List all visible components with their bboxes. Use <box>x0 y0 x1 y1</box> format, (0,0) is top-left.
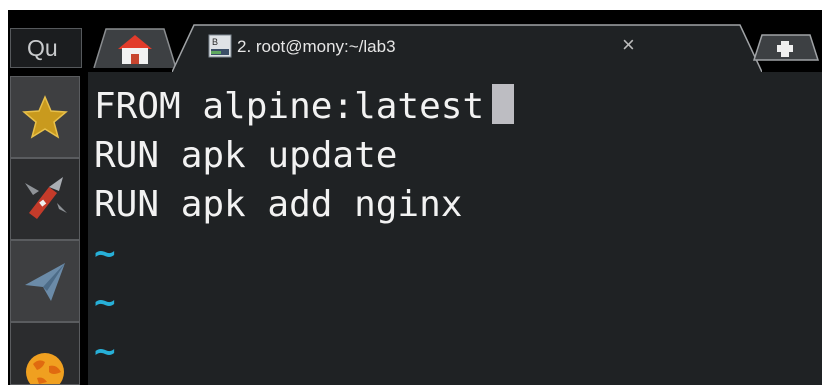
tab-close-button[interactable]: × <box>622 32 635 58</box>
dock-item-star[interactable] <box>10 76 80 158</box>
terminal-line-1: FROM alpine:latest <box>94 82 822 131</box>
svg-text:B: B <box>212 37 218 47</box>
dock-item-send[interactable] <box>10 240 80 322</box>
terminal-line-2: RUN apk update <box>94 135 398 176</box>
quick-search-field[interactable]: Qu <box>10 28 82 68</box>
terminal-content[interactable]: FROM alpine:latest RUN apk update RUN ap… <box>88 72 822 385</box>
terminal-tab-icon: B <box>208 34 232 58</box>
tab-bar: B 2. root@mony:~/lab3 × <box>88 10 822 72</box>
empty-line-marker: ~ <box>94 282 116 323</box>
empty-line-marker: ~ <box>94 233 116 274</box>
app-dock <box>10 76 80 385</box>
terminal-text: FROM alpine:latest <box>94 86 485 127</box>
terminal-line-3: RUN apk add nginx <box>94 184 463 225</box>
terminal-window: Qu B 2. root@mony:~/lab3 × FROM alpine:l… <box>8 10 822 385</box>
dock-item-tools[interactable] <box>10 158 80 240</box>
empty-line-marker: ~ <box>94 331 116 372</box>
quick-search-text: Qu <box>27 35 58 61</box>
home-tab[interactable] <box>92 27 178 68</box>
tab-title: 2. root@mony:~/lab3 <box>237 37 396 56</box>
star-icon <box>22 95 68 139</box>
new-tab-button[interactable] <box>752 32 820 62</box>
paper-plane-icon <box>25 263 65 301</box>
globe-icon <box>26 353 64 384</box>
dock-item-globe[interactable] <box>10 322 80 385</box>
text-cursor <box>492 84 515 124</box>
swiss-knife-icon <box>25 177 67 219</box>
